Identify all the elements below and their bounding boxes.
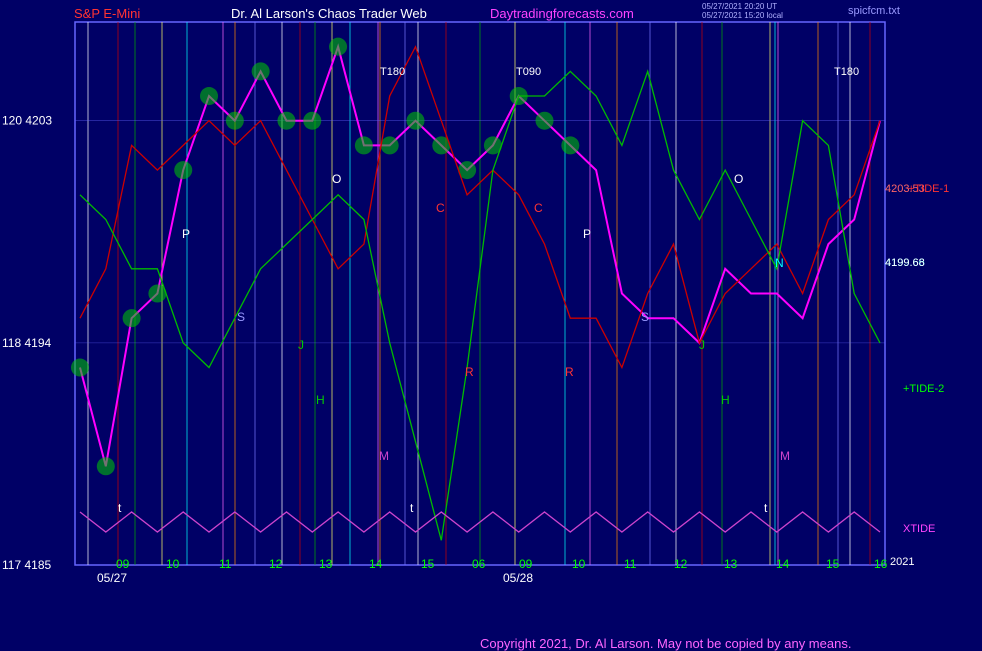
- x-hour-label: 13: [724, 557, 738, 571]
- cycle-letter: R: [565, 365, 574, 379]
- x-hour-label: 15: [826, 557, 840, 571]
- signal-bubble: [200, 87, 219, 106]
- signal-bubble: [303, 111, 322, 130]
- x-date-label: 05/27: [97, 571, 127, 585]
- series-layer: [71, 37, 881, 541]
- x-hour-label: 06: [472, 557, 486, 571]
- copyright-notice: Copyright 2021, Dr. Al Larson. May not b…: [480, 636, 852, 651]
- right-label: 2021: [890, 556, 914, 568]
- symbol-label: S&P E-Mini: [74, 6, 141, 21]
- signal-bubble: [561, 136, 580, 155]
- chart-title: Dr. Al Larson's Chaos Trader Web: [231, 6, 427, 21]
- x-hour-label: 10: [166, 557, 180, 571]
- cycle-letter: M: [379, 449, 389, 463]
- right-label: +TIDE-2: [903, 383, 944, 395]
- y-tick-label: 118 4194: [2, 336, 51, 350]
- signal-bubble: [354, 136, 373, 155]
- x-hour-label: 09: [519, 557, 533, 571]
- x-hour-label: 16: [874, 557, 888, 571]
- timestamp-ut: 05/27/2021 20:20 UT: [702, 2, 778, 11]
- signal-bubble: [225, 111, 244, 130]
- cycle-letter: J: [699, 338, 705, 352]
- signal-bubble: [380, 136, 399, 155]
- cycle-letter: C: [534, 201, 543, 215]
- cycle-letter: J: [298, 338, 304, 352]
- cycle-letter: O: [734, 172, 743, 186]
- cycle-letter: S: [237, 310, 245, 324]
- cycle-letter: O: [332, 172, 341, 186]
- event-label: T180: [834, 66, 859, 78]
- right-label: 4199.68: [885, 257, 925, 269]
- cycle-letter: H: [316, 393, 325, 407]
- event-label: T090: [516, 66, 541, 78]
- file-name: spicfcm.txt: [848, 5, 900, 17]
- cycle-letter: R: [465, 365, 474, 379]
- timestamp-local: 05/27/2021 15:20 local: [702, 11, 783, 20]
- x-hour-label: 14: [776, 557, 790, 571]
- x-hour-label: 11: [624, 557, 637, 571]
- x-hour-label: 15: [421, 557, 435, 571]
- x-hour-label: 14: [369, 557, 383, 571]
- right-label: XTIDE: [903, 523, 935, 535]
- cycle-letter: t: [410, 501, 414, 515]
- signal-bubble: [251, 62, 270, 81]
- x-date-label: 05/28: [503, 571, 533, 585]
- cycle-letter: C: [436, 201, 445, 215]
- signal-bubble: [535, 111, 554, 130]
- cycle-letter: t: [118, 501, 122, 515]
- signal-bubble: [96, 457, 115, 476]
- label-layer: 120 4203 118 4194 117 4185 09 10 11 12 13 14 15 06…: [2, 66, 949, 585]
- signal-bubble: [122, 309, 141, 328]
- chaos-chart: 120 4203 118 4194 117 4185 09 10 11 12 13 14 15 06…: [2, 21, 949, 585]
- x-hour-label: 13: [319, 557, 333, 571]
- cycle-letter: P: [583, 227, 591, 241]
- x-hour-label: 12: [269, 557, 283, 571]
- cycle-letter: S: [641, 310, 649, 324]
- event-label: T180: [380, 66, 405, 78]
- signal-bubble: [329, 37, 348, 56]
- site-link[interactable]: Daytradingforecasts.com: [490, 6, 634, 21]
- cycle-letter: t: [764, 501, 768, 515]
- cycle-letter: M: [780, 449, 790, 463]
- signal-bubble: [406, 111, 425, 130]
- cycle-letter: P: [182, 227, 190, 241]
- signal-bubble: [174, 161, 193, 180]
- x-hour-label: 10: [572, 557, 586, 571]
- cycle-letter: H: [721, 393, 730, 407]
- right-label: +TIDE-1: [908, 183, 949, 195]
- y-tick-label: 120 4203: [2, 114, 52, 128]
- cycle-letter: N: [775, 256, 784, 270]
- signal-bubble: [277, 111, 296, 130]
- x-hour-label: 12: [674, 557, 688, 571]
- signal-bubble: [71, 358, 89, 377]
- x-hour-label: 11: [219, 557, 232, 571]
- x-hour-label: 09: [116, 557, 130, 571]
- y-tick-label: 117 4185: [2, 558, 51, 572]
